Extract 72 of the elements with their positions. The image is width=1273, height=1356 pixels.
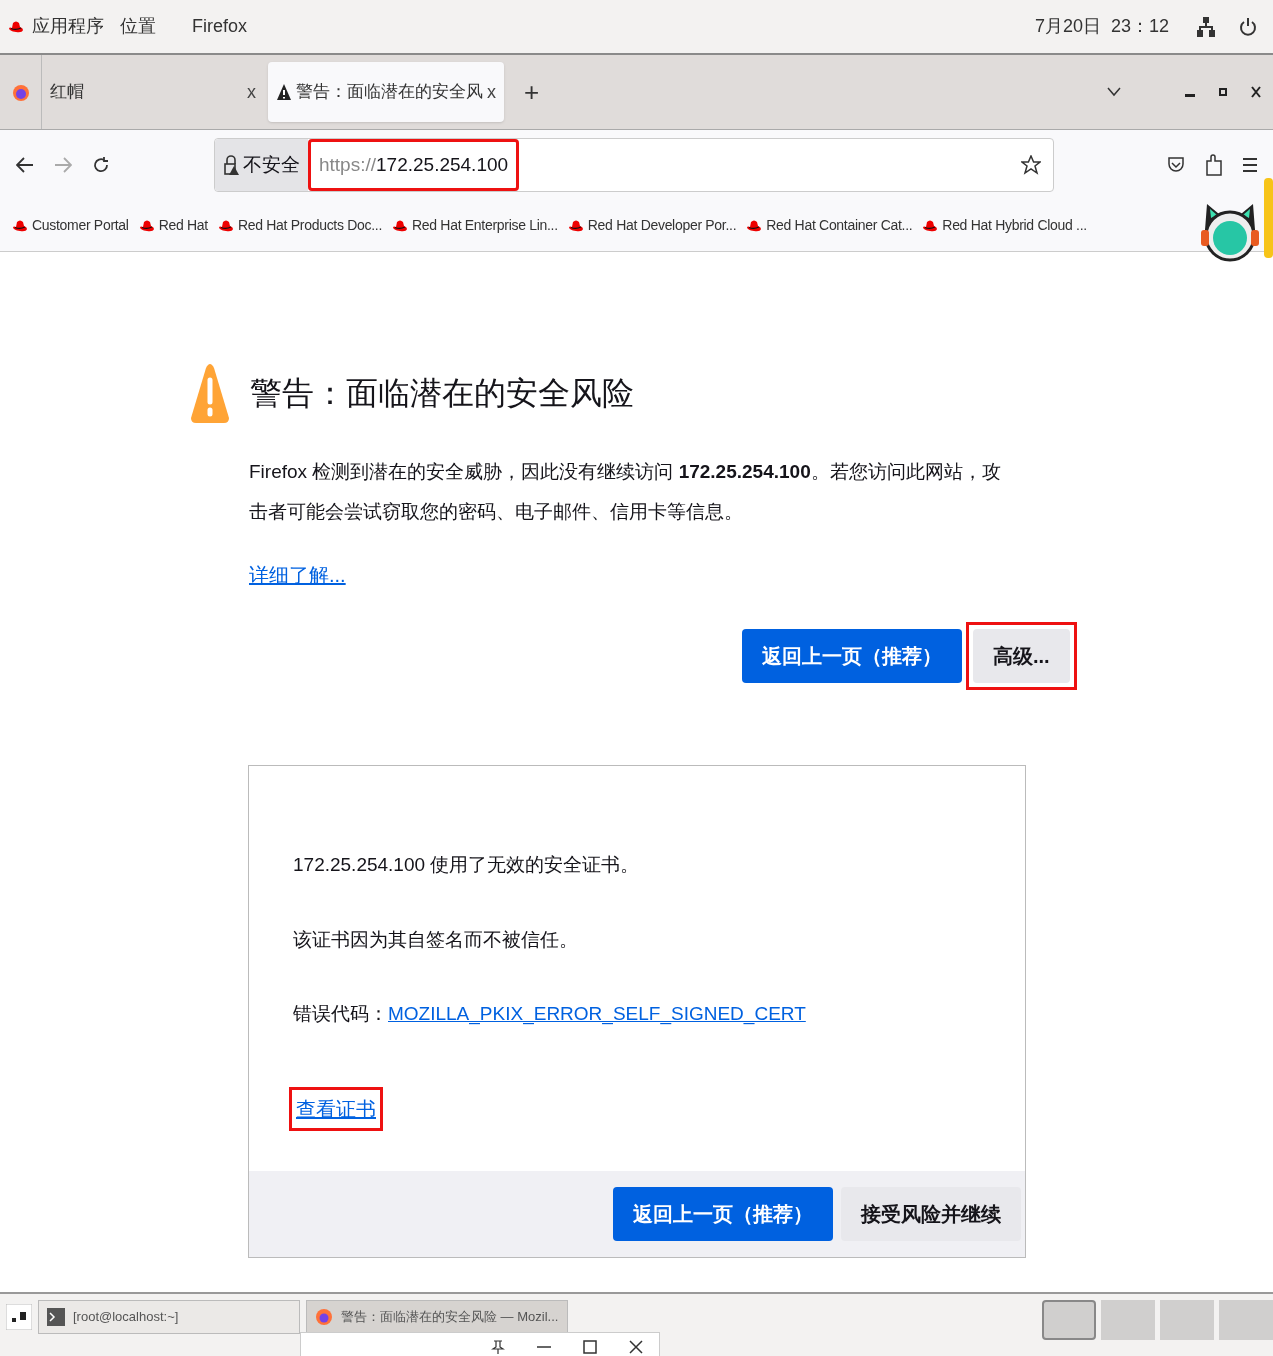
tab-title: 红帽	[50, 81, 85, 104]
menu-icon[interactable]	[1243, 157, 1257, 173]
hat-icon	[12, 218, 28, 233]
puzzle-icon[interactable]	[1205, 153, 1223, 177]
workspace-switcher[interactable]	[1219, 1300, 1273, 1340]
view-certificate-link[interactable]: 查看证书	[289, 1086, 383, 1131]
terminal-icon	[47, 1308, 65, 1326]
maximize-icon[interactable]	[583, 1340, 597, 1354]
taskbar-window[interactable]: [root@localhost:~]	[38, 1300, 300, 1334]
power-icon[interactable]	[1239, 16, 1257, 37]
go-back-button[interactable]: 返回上一页（推荐）	[742, 629, 962, 683]
scrollbar[interactable]	[1264, 178, 1273, 258]
desktop-icon[interactable]	[6, 1304, 32, 1330]
window-title: [root@localhost:~]	[73, 1308, 179, 1327]
top-menu[interactable]: 应用程序	[32, 13, 104, 40]
warning-icon	[276, 83, 292, 101]
close-icon[interactable]	[1251, 86, 1261, 98]
workspace-switcher[interactable]	[1160, 1300, 1214, 1340]
top-menu[interactable]: 位置	[120, 13, 156, 40]
bookmark-item[interactable]: Red Hat Hybrid Cloud ...	[942, 215, 1087, 236]
workspace-switcher[interactable]	[1101, 1300, 1155, 1340]
shield-icon[interactable]	[1167, 156, 1185, 174]
network-icon	[1197, 16, 1215, 37]
error-code-link[interactable]: MOZILLA_PKIX_ERROR_SELF_SIGNED_CERT	[388, 1000, 806, 1029]
bookmark-item[interactable]: Red Hat Products Doc...	[237, 215, 382, 236]
browser-logo-icon	[315, 1308, 333, 1326]
page-title: 警告：面临潜在的安全风险	[250, 374, 634, 413]
tab-title: 警告：面临潜在的安全风	[296, 81, 483, 104]
bookmark-item[interactable]: Customer Portal	[32, 215, 129, 236]
browser-tab[interactable]: 警告：面临潜在的安全风 x	[268, 62, 504, 122]
broken-lock-icon	[223, 155, 239, 175]
browser-logo-icon	[11, 82, 30, 102]
star-icon[interactable]	[1021, 155, 1041, 175]
warning-icon	[190, 362, 230, 424]
browser-tab[interactable]: 红帽 x	[42, 62, 264, 122]
reload-icon[interactable]	[92, 156, 110, 174]
certificate-message: 172.25.254.100 使用了无效的安全证书。	[293, 853, 641, 877]
secondary-button[interactable]: 高级...	[973, 629, 1070, 683]
certificate-message: 该证书因为其自签名而不被信任。	[293, 927, 579, 952]
clock: 7月20日 23：12	[1034, 15, 1169, 38]
error-code-label: 错误代码：	[293, 1002, 388, 1026]
tab-close[interactable]: x	[487, 78, 496, 106]
secondary-button[interactable]: 接受风险并继续	[841, 1187, 1021, 1241]
chevron-down-icon[interactable]	[1107, 87, 1121, 97]
hat-icon	[922, 218, 939, 233]
close-icon[interactable]	[629, 1340, 643, 1354]
security-label: 不安全	[243, 152, 300, 177]
hat-icon	[567, 218, 584, 233]
hat-icon	[8, 19, 24, 34]
url-text[interactable]: https://172.25.254.100	[308, 139, 520, 191]
new-tab-button[interactable]: +	[524, 72, 540, 112]
bookmark-item[interactable]: Red Hat	[158, 215, 208, 236]
address-bar[interactable]: 不安全 https://172.25.254.100	[214, 138, 1054, 192]
maximize-icon[interactable]	[1219, 88, 1227, 96]
taskbar-window[interactable]: 警告：面临潜在的安全风险 — Mozil...	[306, 1300, 568, 1334]
pin-icon[interactable]	[491, 1340, 505, 1354]
security-indicator[interactable]: 不安全	[215, 139, 308, 191]
bookmark-item[interactable]: Red Hat Container Cat...	[766, 215, 913, 236]
go-back-button[interactable]: 返回上一页（推荐）	[613, 1187, 833, 1241]
hat-icon	[392, 218, 408, 233]
hat-icon	[138, 218, 155, 233]
bookmark-item[interactable]: Red Hat Developer Por...	[587, 215, 737, 236]
top-menu[interactable]: Firefox	[192, 13, 247, 40]
learn-more-link[interactable]: 详细了解...	[249, 560, 346, 590]
workspace-switcher[interactable]	[1042, 1300, 1096, 1340]
hat-icon	[746, 218, 763, 233]
hat-icon	[217, 218, 234, 233]
back-icon[interactable]	[16, 157, 34, 173]
tab-close[interactable]: x	[247, 78, 256, 106]
warning-description: Firefox 检测到潜在的安全威胁，因此没有继续访问 172.25.254.100。若您访问此网站，攻击者可能会尝试窃取您的密码、电子邮件、信用卡等信息。	[249, 460, 1002, 524]
window-title: 警告：面临潜在的安全风险 — Mozil...	[341, 1308, 559, 1327]
bookmark-item[interactable]: Red Hat Enterprise Lin...	[412, 215, 558, 236]
